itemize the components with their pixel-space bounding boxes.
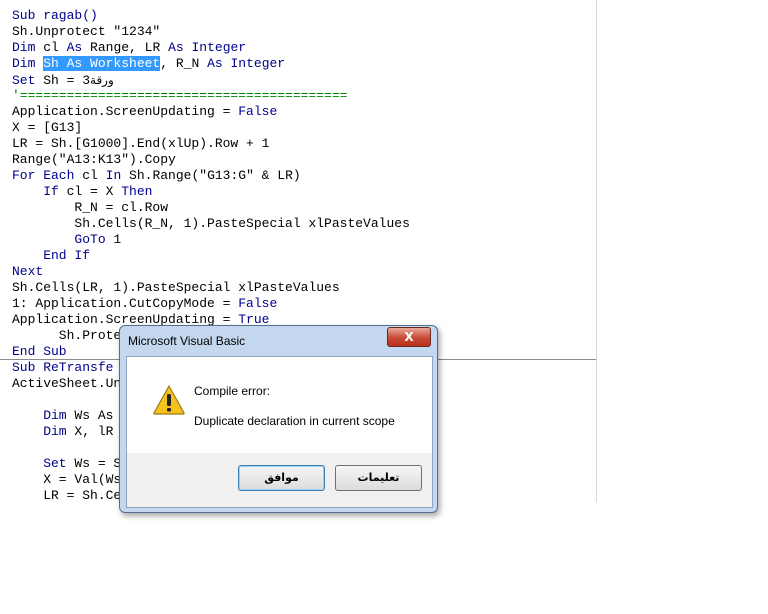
- code-text: X = Val(Ws: [12, 472, 122, 487]
- code-text: LR = Sh.Ce: [12, 488, 122, 502]
- code-keyword: False: [238, 104, 278, 119]
- code-line: R_N = cl.Row: [12, 200, 168, 216]
- code-keyword: As: [207, 56, 223, 71]
- code-keyword: Sub ReTransfe: [12, 360, 114, 375]
- code-keyword: Integer: [191, 40, 247, 55]
- message-area: Compile error: Duplicate declaration in …: [127, 357, 432, 453]
- code-keyword: If: [12, 184, 59, 199]
- code-text: 1: [105, 232, 122, 247]
- warning-icon: [153, 385, 185, 415]
- code-line: GoTo 1: [12, 232, 121, 248]
- code-text: R_N = cl.Row: [12, 200, 169, 215]
- code-text-arabic: ورقة: [90, 73, 114, 87]
- code-line: 1: Application.CutCopyMode = False: [12, 296, 277, 312]
- code-line: Sh.Cells(LR, 1).PasteSpecial xlPasteValu…: [12, 280, 340, 296]
- code-line: Dim Sh As Worksheet, R_N As Integer: [12, 56, 285, 72]
- code-text: cl = X: [58, 184, 122, 199]
- code-line: Dim cl As Range, LR As Integer: [12, 40, 246, 56]
- code-line: Sub ReTransfe: [12, 360, 113, 376]
- code-text: Ws = S: [66, 456, 122, 471]
- code-text: Range("A13:K13").Copy: [12, 152, 176, 167]
- code-text: Sub ragab(): [12, 8, 98, 23]
- code-line: Application.ScreenUpdating = False: [12, 104, 277, 120]
- code-line: LR = Sh.Ce: [12, 488, 121, 502]
- code-keyword: Integer: [230, 56, 286, 71]
- code-keyword: End Sub: [12, 344, 67, 359]
- code-line: X = Val(Ws: [12, 472, 121, 488]
- code-text: Sh.Cells(LR, 1).PasteSpecial xlPasteValu…: [12, 280, 340, 295]
- code-line: ActiveSheet.Un: [12, 376, 121, 392]
- selected-text[interactable]: Sh As Worksheet: [43, 56, 161, 71]
- code-line: Dim Ws As: [12, 408, 113, 424]
- code-keyword: Dim: [12, 408, 67, 423]
- code-line: For Each cl In Sh.Range("G13:G" & LR): [12, 168, 301, 184]
- help-button[interactable]: تعليمات: [335, 465, 422, 491]
- code-keyword: Set: [12, 456, 67, 471]
- code-text: Sh.Unprotect "1234": [12, 24, 161, 39]
- code-line: '=======================================…: [12, 88, 347, 104]
- code-line: Range("A13:K13").Copy: [12, 152, 176, 168]
- code-keyword: End If: [12, 248, 91, 263]
- close-button[interactable]: X: [387, 327, 431, 347]
- code-keyword: Dim: [12, 424, 67, 439]
- code-line: LR = Sh.[G1000].End(xlUp).Row + 1: [12, 136, 269, 152]
- code-keyword: As: [168, 40, 184, 55]
- code-keyword: False: [238, 296, 278, 311]
- code-keyword: Dim: [12, 56, 36, 71]
- code-text: 1: Application.CutCopyMode =: [12, 296, 239, 311]
- code-line: Dim X, lR: [12, 424, 113, 440]
- code-comment: '=======================================…: [12, 88, 348, 103]
- close-icon: X: [404, 330, 414, 344]
- code-text: Sh.Cells(R_N, 1).PasteSpecial xlPasteVal…: [12, 216, 410, 231]
- code-text: Range, LR: [82, 40, 169, 55]
- code-text: Sh = 3: [35, 73, 91, 88]
- error-message: Duplicate declaration in current scope: [194, 414, 395, 428]
- code-line: Sh.Unprotect "1234": [12, 24, 160, 40]
- code-text: LR = Sh.[G1000].End(xlUp).Row + 1: [12, 136, 270, 151]
- code-text: Ws As: [66, 408, 114, 423]
- dialog-body: Compile error: Duplicate declaration in …: [126, 356, 433, 508]
- code-text: Sh.Prote: [12, 328, 122, 343]
- code-text: Sh.Range("G13:G" & LR): [121, 168, 301, 183]
- code-keyword: As: [66, 40, 83, 55]
- code-text: X, lR: [66, 424, 114, 439]
- code-keyword: Next: [12, 264, 44, 279]
- code-line: End If: [12, 248, 90, 264]
- code-keyword: In: [105, 168, 122, 183]
- code-line: Sh.Prote: [12, 328, 121, 344]
- code-keyword: Set: [12, 73, 36, 88]
- code-line: Sh.Cells(R_N, 1).PasteSpecial xlPasteVal…: [12, 216, 410, 232]
- dialog-title: Microsoft Visual Basic: [128, 334, 246, 348]
- code-line: Next: [12, 264, 43, 280]
- code-keyword: For Each: [12, 168, 75, 183]
- code-line: Sub ragab(): [12, 8, 98, 24]
- code-text: , R_N: [160, 56, 208, 71]
- code-line: Set Sh = 3ورقة: [12, 72, 114, 88]
- code-keyword: Then: [121, 184, 153, 199]
- code-line: End Sub: [12, 344, 67, 360]
- code-keyword: Dim: [12, 40, 36, 55]
- compile-error-dialog: Microsoft Visual Basic X Compile error: …: [119, 325, 438, 513]
- code-line: X = [G13]: [12, 120, 82, 136]
- ok-button[interactable]: موافق: [238, 465, 325, 491]
- code-line: If cl = X Then: [12, 184, 152, 200]
- code-text: X = [G13]: [12, 120, 83, 135]
- code-line: Set Ws = S: [12, 456, 121, 472]
- dialog-titlebar[interactable]: Microsoft Visual Basic X: [120, 326, 437, 356]
- code-text: Application.ScreenUpdating =: [12, 104, 239, 119]
- code-keyword: GoTo: [12, 232, 106, 247]
- code-text: cl: [74, 168, 106, 183]
- error-title: Compile error:: [194, 384, 271, 398]
- code-text: cl: [35, 40, 67, 55]
- code-text: ActiveSheet.Un: [12, 376, 122, 391]
